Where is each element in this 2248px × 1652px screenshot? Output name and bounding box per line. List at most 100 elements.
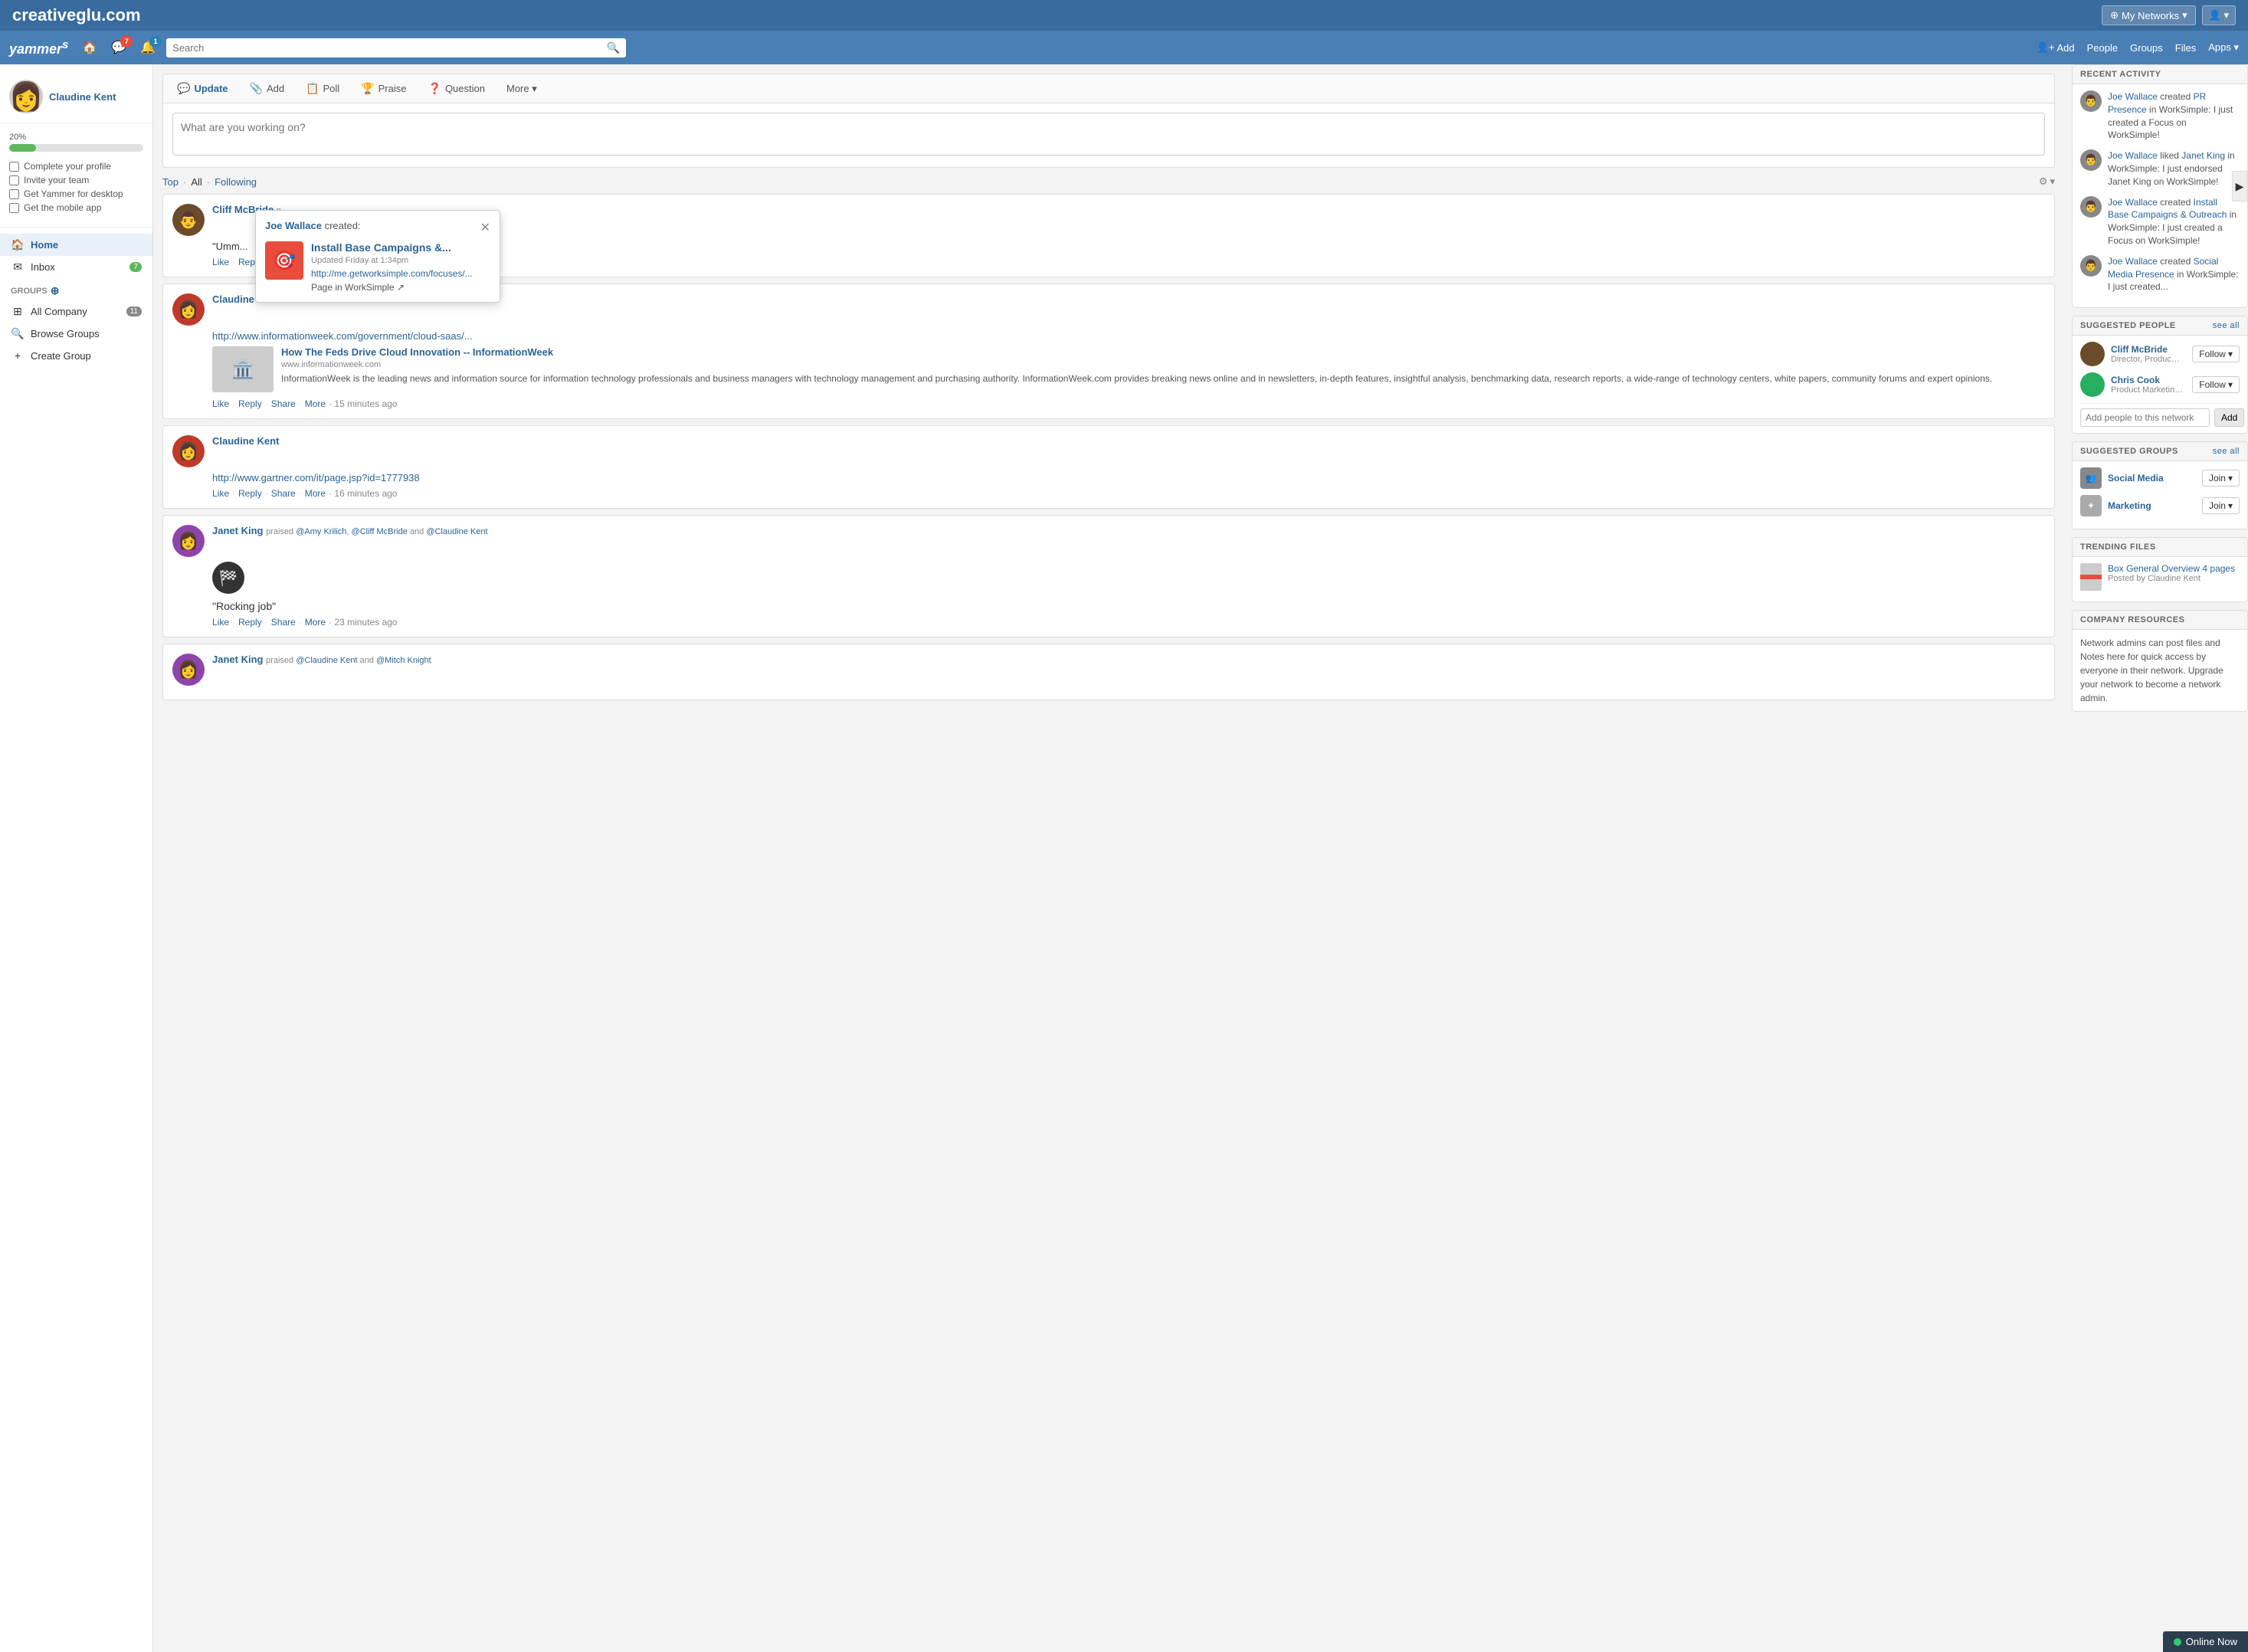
- post-author-name[interactable]: Janet King: [212, 654, 263, 665]
- search-input[interactable]: [172, 42, 607, 54]
- article-title[interactable]: How The Feds Drive Cloud Innovation -- I…: [281, 346, 2045, 358]
- tab-question[interactable]: ❓ Question: [424, 79, 490, 98]
- suggested-person-name[interactable]: Chris Cook: [2111, 375, 2186, 385]
- like-action[interactable]: Like: [212, 488, 229, 499]
- post-article-link[interactable]: http://www.informationweek.com/governmen…: [212, 330, 473, 342]
- praise-icon: 🏆: [361, 82, 374, 95]
- join-social-media-button[interactable]: Join ▾: [2202, 470, 2240, 487]
- follow-cliff-button[interactable]: Follow ▾: [2192, 346, 2240, 362]
- suggested-person-avatar: [2080, 372, 2105, 397]
- like-action[interactable]: Like: [212, 257, 229, 267]
- post-input[interactable]: [172, 113, 2045, 156]
- activity-actor-link[interactable]: Joe Wallace: [2108, 150, 2158, 161]
- group-name[interactable]: Social Media: [2108, 473, 2196, 483]
- add-people-input[interactable]: [2080, 408, 2210, 427]
- feed-tab-top[interactable]: Top: [162, 176, 179, 188]
- tab-more[interactable]: More ▾: [502, 80, 542, 98]
- tab-poll[interactable]: 📋 Poll: [301, 79, 344, 98]
- more-action[interactable]: More: [305, 398, 326, 409]
- online-now-button[interactable]: Online Now: [2163, 1631, 2248, 1652]
- tab-add[interactable]: 📎 Add: [245, 79, 290, 98]
- activity-actor-link[interactable]: Joe Wallace: [2108, 197, 2158, 208]
- share-action[interactable]: Share: [271, 398, 296, 409]
- more-action[interactable]: More: [305, 488, 326, 499]
- company-resources-text: Network admins can post files and Notes …: [2080, 636, 2240, 705]
- suggested-groups-see-all[interactable]: see all: [2213, 447, 2240, 456]
- tab-update[interactable]: 💬 Update: [172, 79, 233, 98]
- popup-info: Install Base Campaigns &... Updated Frid…: [311, 241, 490, 293]
- sidebar-item-all-company[interactable]: ⊞ All Company 11: [0, 300, 152, 323]
- follow-chris-button[interactable]: Follow ▾: [2192, 376, 2240, 393]
- like-action[interactable]: Like: [212, 617, 229, 628]
- add-nav-item[interactable]: 👤+ Add: [2037, 41, 2075, 54]
- notifications-nav-icon[interactable]: 🔔 1: [137, 37, 159, 58]
- popup-url[interactable]: http://me.getworksimple.com/focuses/...: [311, 268, 490, 279]
- activity-target-link[interactable]: Janet King: [2181, 150, 2225, 161]
- poll-icon: 📋: [306, 82, 319, 95]
- home-nav-icon[interactable]: 🏠: [79, 37, 100, 58]
- popup-page-link[interactable]: Page in WorkSimple ↗: [311, 282, 490, 293]
- share-action[interactable]: Share: [271, 488, 296, 499]
- activity-actor-link[interactable]: Joe Wallace: [2108, 256, 2158, 267]
- sidebar-item-inbox[interactable]: ✉ Inbox 7: [0, 256, 152, 278]
- top-bar-right: ⊕ My Networks ▾ 👤 ▾: [2102, 5, 2236, 25]
- reply-action[interactable]: Reply: [238, 488, 262, 499]
- reply-action[interactable]: Reply: [238, 617, 262, 628]
- share-action[interactable]: Share: [271, 617, 296, 628]
- company-resources-panel: COMPANY RESOURCES Network admins can pos…: [2072, 610, 2248, 712]
- post-time: · 15 minutes ago: [329, 398, 397, 409]
- like-action[interactable]: Like: [212, 398, 229, 409]
- add-people-button[interactable]: Add: [2214, 408, 2244, 427]
- files-nav-item[interactable]: Files: [2175, 42, 2196, 54]
- group-name[interactable]: Marketing: [2108, 500, 2196, 511]
- tab-praise[interactable]: 🏆 Praise: [356, 79, 411, 98]
- suggested-person-name[interactable]: Cliff McBride: [2111, 344, 2186, 355]
- checklist-checkbox-1[interactable]: [9, 162, 19, 172]
- trending-files-header: TRENDING FILES: [2073, 538, 2247, 557]
- popup-title[interactable]: Install Base Campaigns &...: [311, 241, 490, 254]
- tab-more-label: More ▾: [506, 83, 537, 95]
- messages-nav-icon[interactable]: 💬 7: [108, 37, 129, 58]
- user-menu-button[interactable]: 👤 ▾: [2202, 5, 2236, 25]
- sidebar-item-home[interactable]: 🏠 Home: [0, 234, 152, 256]
- progress-fill: [9, 144, 36, 152]
- popup-close-button[interactable]: ✕: [480, 220, 490, 235]
- feed-tab-following[interactable]: Following: [215, 176, 257, 188]
- post-author-name[interactable]: Janet King: [212, 525, 263, 536]
- feed-settings[interactable]: ⚙ ▾: [2039, 175, 2055, 188]
- activity-actor-link[interactable]: Joe Wallace: [2108, 91, 2158, 102]
- all-company-icon: ⊞: [11, 305, 25, 318]
- post-author-name[interactable]: Claudine Kent: [212, 435, 279, 447]
- popup-creator-name[interactable]: Joe Wallace: [265, 220, 322, 231]
- inbox-icon: ✉: [11, 261, 25, 274]
- post-author-avatar: 👨: [172, 204, 205, 236]
- group-info: Social Media: [2108, 473, 2196, 483]
- sidebar-item-browse-groups[interactable]: 🔍 Browse Groups: [0, 323, 152, 345]
- post-link[interactable]: http://www.gartner.com/it/page.jsp?id=17…: [212, 472, 420, 483]
- checklist-checkbox-3[interactable]: [9, 189, 19, 199]
- post-meta: Janet King praised @Claudine Kent and @M…: [212, 654, 2045, 686]
- activity-text: Joe Wallace liked Janet King in WorkSimp…: [2108, 149, 2240, 188]
- checklist-checkbox-4[interactable]: [9, 203, 19, 213]
- file-title[interactable]: Box General Overview 4 pages: [2108, 563, 2235, 574]
- profile-name[interactable]: Claudine Kent: [49, 91, 116, 103]
- join-marketing-button[interactable]: Join ▾: [2202, 497, 2240, 514]
- add-group-icon[interactable]: ⊕: [51, 284, 60, 297]
- post-claudine-gartner: 👩 Claudine Kent http://www.gartner.com/i…: [162, 425, 2055, 509]
- post-content: http://www.gartner.com/it/page.jsp?id=17…: [172, 472, 2045, 483]
- suggested-people-see-all[interactable]: see all: [2213, 321, 2240, 330]
- groups-nav-item[interactable]: Groups: [2130, 42, 2163, 54]
- more-action[interactable]: More: [305, 617, 326, 628]
- people-nav-item[interactable]: People: [2087, 42, 2118, 54]
- reply-action[interactable]: Reply: [238, 398, 262, 409]
- checklist-checkbox-2[interactable]: [9, 175, 19, 185]
- feed-tab-all[interactable]: All: [191, 176, 202, 188]
- my-networks-button[interactable]: ⊕ My Networks ▾: [2102, 5, 2196, 25]
- panel-scroll-button[interactable]: ▶: [2232, 171, 2247, 202]
- notifications-badge: 1: [149, 35, 162, 48]
- sidebar-item-create-group[interactable]: + Create Group: [0, 345, 152, 366]
- profile-progress-wrap: 20%: [0, 129, 152, 158]
- suggested-people-header: SUGGESTED PEOPLE see all: [2073, 316, 2247, 336]
- nav-bar: yammers 🏠 💬 7 🔔 1 🔍 👤+ Add People Groups…: [0, 31, 2248, 64]
- apps-nav-item[interactable]: Apps ▾: [2208, 41, 2239, 54]
